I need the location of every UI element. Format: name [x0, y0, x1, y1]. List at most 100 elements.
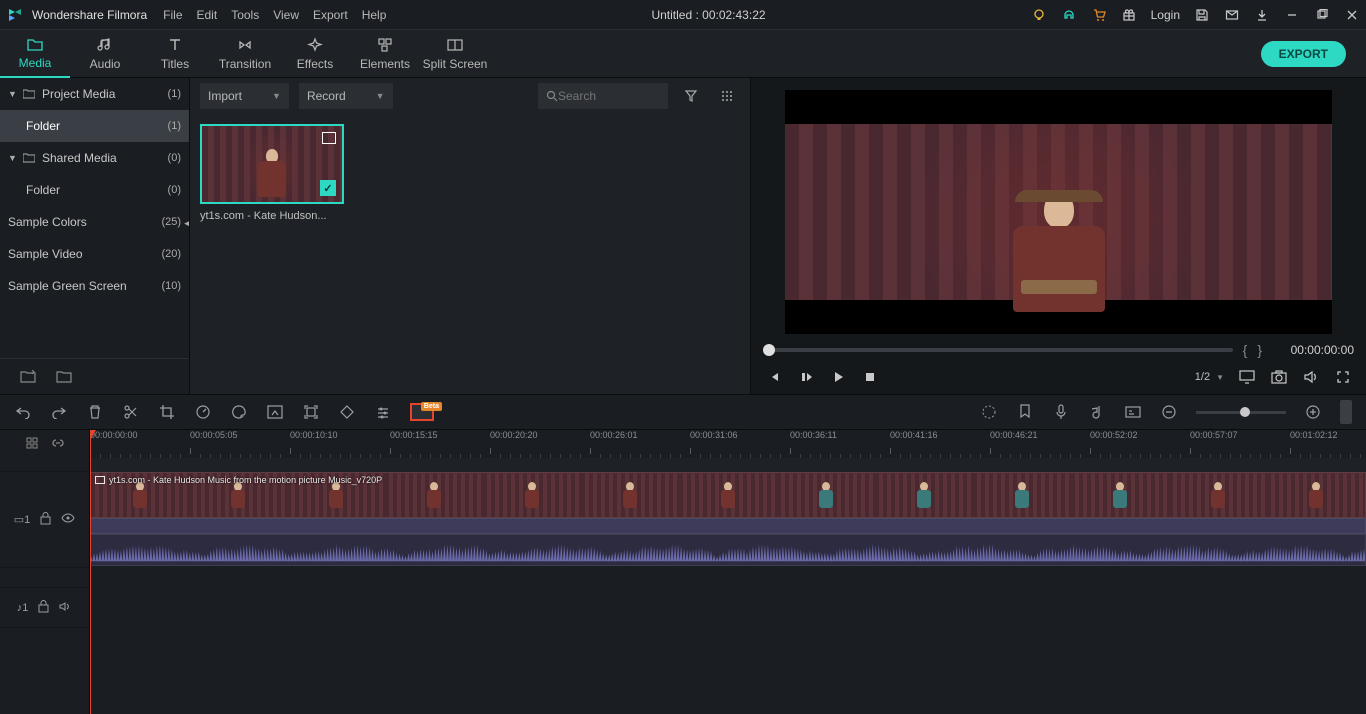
prev-frame-button[interactable]: [765, 368, 783, 386]
tab-media[interactable]: Media: [0, 30, 70, 78]
sidebar-item-label: Folder: [26, 119, 168, 133]
caption-button[interactable]: [1124, 403, 1142, 421]
import-dropdown[interactable]: Import▼: [200, 83, 289, 109]
mark-out-button[interactable]: }: [1257, 342, 1262, 358]
clip-type-icon: [95, 476, 105, 484]
timeline-tracks[interactable]: yt1s.com - Kate Hudson Music from the mo…: [90, 458, 1366, 714]
sidebar-item-sample-colors[interactable]: Sample Colors (25): [0, 206, 189, 238]
video-clip[interactable]: yt1s.com - Kate Hudson Music from the mo…: [90, 472, 1366, 518]
speed-button[interactable]: [194, 403, 212, 421]
visibility-icon[interactable]: [61, 513, 75, 526]
sidebar-item-sample-video[interactable]: Sample Video (20): [0, 238, 189, 270]
zoom-slider[interactable]: [1196, 411, 1286, 414]
menu-file[interactable]: File: [163, 8, 182, 22]
zoom-in-button[interactable]: [1304, 403, 1322, 421]
fullscreen-icon[interactable]: [1334, 368, 1352, 386]
music-track-row[interactable]: [90, 588, 1366, 628]
cart-icon[interactable]: [1091, 7, 1107, 23]
keyframe-button[interactable]: [338, 403, 356, 421]
playhead[interactable]: [90, 430, 91, 458]
folder-plain-icon[interactable]: [56, 369, 72, 385]
sidebar-item-shared-media[interactable]: ▼ Shared Media (0): [0, 142, 189, 174]
maximize-button[interactable]: [1314, 7, 1330, 23]
download-icon[interactable]: [1254, 7, 1270, 23]
delete-button[interactable]: [86, 403, 104, 421]
login-link[interactable]: Login: [1151, 8, 1180, 22]
undo-button[interactable]: [14, 403, 32, 421]
play-button[interactable]: [829, 368, 847, 386]
snapshot-icon[interactable]: [1270, 368, 1288, 386]
menu-tools[interactable]: Tools: [231, 8, 259, 22]
video-track-icon[interactable]: ▭1: [14, 513, 31, 526]
collapse-sidebar-icon[interactable]: ◀: [184, 218, 189, 229]
menu-view[interactable]: View: [273, 8, 299, 22]
ruler-tick: 00:00:10:10: [290, 430, 338, 440]
mute-icon[interactable]: [59, 601, 72, 615]
timeline-settings-icon[interactable]: [25, 436, 39, 453]
marker-button[interactable]: [1016, 403, 1034, 421]
scrubber-track[interactable]: [763, 348, 1233, 352]
media-thumbnail[interactable]: ✓ yt1s.com - Kate Hudson...: [200, 124, 344, 222]
color-button[interactable]: [230, 403, 248, 421]
lock-icon[interactable]: [40, 512, 51, 528]
grid-view-icon[interactable]: [714, 83, 740, 109]
sidebar-item-folder-2[interactable]: Folder (0): [0, 174, 189, 206]
preview-quality-dropdown[interactable]: 1/2▼: [1195, 371, 1224, 383]
redo-button[interactable]: [50, 403, 68, 421]
filter-icon[interactable]: [678, 83, 704, 109]
scrubber-handle[interactable]: [763, 344, 775, 356]
search-field[interactable]: [558, 89, 648, 103]
record-dropdown[interactable]: Record▼: [299, 83, 393, 109]
playhead-line[interactable]: [90, 458, 91, 714]
tab-effects[interactable]: Effects: [280, 30, 350, 78]
preview-video[interactable]: [785, 90, 1332, 334]
crop-button[interactable]: [158, 403, 176, 421]
lock-icon[interactable]: [38, 600, 49, 616]
timeline-ruler[interactable]: 00:00:00:0000:00:05:0500:00:10:1000:00:1…: [90, 430, 1366, 458]
tab-transition[interactable]: Transition: [210, 30, 280, 78]
voiceover-button[interactable]: [1052, 403, 1070, 421]
play-pause-button[interactable]: [797, 368, 815, 386]
search-input[interactable]: [538, 83, 668, 109]
new-folder-icon[interactable]: [20, 369, 36, 385]
link-toggle-icon[interactable]: [51, 436, 65, 453]
tab-titles[interactable]: Titles: [140, 30, 210, 78]
audio-track-icon[interactable]: ♪1: [17, 602, 29, 614]
clip-audio-track[interactable]: [90, 534, 1366, 566]
tab-splitscreen[interactable]: Split Screen: [420, 30, 490, 78]
tab-audio[interactable]: Audio: [70, 30, 140, 78]
close-button[interactable]: [1344, 7, 1360, 23]
mail-icon[interactable]: [1224, 7, 1240, 23]
zoom-handle[interactable]: [1240, 407, 1250, 417]
zoom-out-button[interactable]: [1160, 403, 1178, 421]
volume-icon[interactable]: [1302, 368, 1320, 386]
tips-icon[interactable]: [1031, 7, 1047, 23]
mark-in-button[interactable]: {: [1243, 342, 1248, 358]
support-icon[interactable]: [1061, 7, 1077, 23]
menu-export[interactable]: Export: [313, 8, 348, 22]
motion-tracking-button[interactable]: [302, 403, 320, 421]
timeline-header: 00:00:00:0000:00:05:0500:00:10:1000:00:1…: [0, 430, 1366, 458]
effect-strip[interactable]: [90, 518, 1366, 534]
tab-elements[interactable]: Elements: [350, 30, 420, 78]
audio-mixer-button[interactable]: [1088, 403, 1106, 421]
gift-icon[interactable]: [1121, 7, 1137, 23]
export-button[interactable]: EXPORT: [1261, 41, 1346, 67]
audio-stretch-button[interactable]: Beta: [410, 403, 434, 421]
thumbnail-caption: yt1s.com - Kate Hudson...: [200, 210, 344, 222]
ruler-tick: 00:00:15:15: [390, 430, 438, 440]
render-preview-button[interactable]: [980, 403, 998, 421]
zoom-fit-button[interactable]: [1340, 400, 1352, 424]
menu-help[interactable]: Help: [362, 8, 387, 22]
sidebar-item-sample-green[interactable]: Sample Green Screen (10): [0, 270, 189, 302]
save-icon[interactable]: [1194, 7, 1210, 23]
adjust-button[interactable]: [374, 403, 392, 421]
minimize-button[interactable]: [1284, 7, 1300, 23]
stop-button[interactable]: [861, 368, 879, 386]
split-button[interactable]: [122, 403, 140, 421]
sidebar-item-project-media[interactable]: ▼ Project Media (1): [0, 78, 189, 110]
green-screen-button[interactable]: [266, 403, 284, 421]
sidebar-item-folder-1[interactable]: Folder (1): [0, 110, 189, 142]
menu-edit[interactable]: Edit: [197, 8, 218, 22]
display-settings-icon[interactable]: [1238, 368, 1256, 386]
